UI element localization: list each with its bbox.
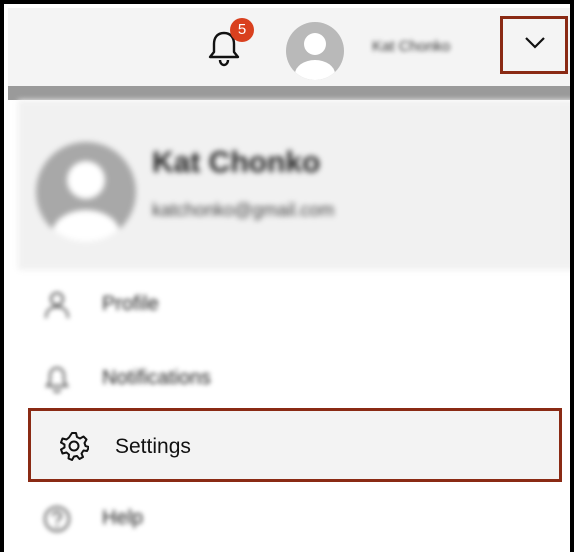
header-username: Kat Chonko — [372, 38, 451, 55]
bell-icon — [45, 366, 69, 394]
menu-item-help[interactable]: Help — [32, 494, 552, 544]
profile-email: katchonko@gmail.com — [152, 200, 335, 220]
person-icon — [45, 292, 69, 319]
account-dropdown-menu: Kat Chonko katchonko@gmail.com Profile N… — [18, 100, 570, 552]
profile-name: Kat Chonko — [152, 146, 321, 179]
menu-item-profile[interactable]: Profile — [32, 280, 552, 330]
profile-avatar — [36, 142, 136, 242]
menu-item-label: Settings — [115, 435, 191, 458]
gear-icon — [60, 432, 89, 461]
header-divider — [8, 86, 570, 100]
chevron-down-icon — [525, 37, 545, 49]
menu-item-label: Profile — [102, 293, 159, 315]
menu-item-settings[interactable]: Settings — [28, 408, 562, 482]
help-icon — [44, 506, 70, 532]
menu-item-notifications[interactable]: Notifications — [32, 354, 552, 404]
avatar-silhouette-icon — [295, 33, 335, 80]
avatar-silhouette-icon — [52, 161, 120, 242]
avatar[interactable] — [286, 22, 344, 80]
notification-count-badge: 5 — [230, 18, 254, 42]
menu-item-label: Notifications — [102, 367, 211, 389]
app-frame: 5 Kat Chonko Kat Chonko katchonko@gmail.… — [0, 0, 574, 552]
account-menu-toggle-button[interactable] — [500, 16, 568, 74]
profile-summary-card: Kat Chonko katchonko@gmail.com — [18, 100, 570, 270]
menu-item-label: Help — [102, 507, 144, 529]
